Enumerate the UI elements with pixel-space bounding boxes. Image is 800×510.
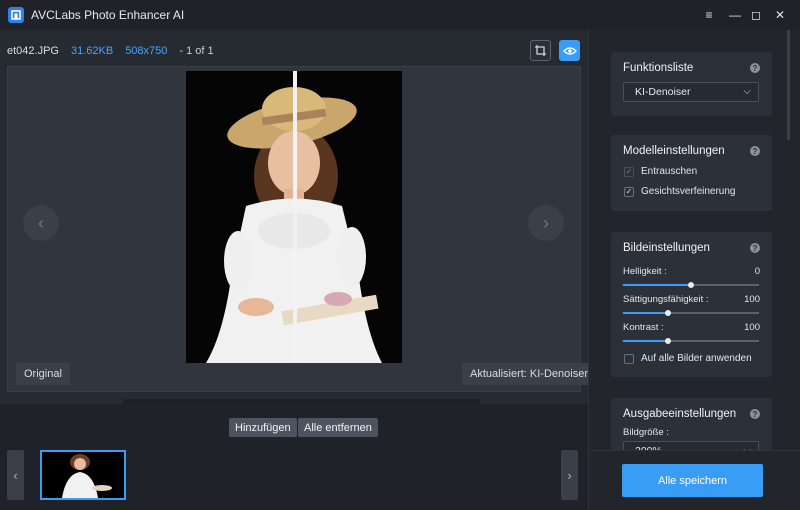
chevron-right-icon: › [543, 212, 549, 233]
chevron-down-icon: ⌵ [743, 86, 751, 97]
app-title: AVCLabs Photo Enhancer AI [31, 8, 185, 22]
remove-all-button[interactable]: Alle entfernen [298, 418, 378, 437]
apply-all-label: Auf alle Bilder anwenden [641, 353, 752, 364]
thumbnail-image [42, 452, 124, 498]
crop-toggle-button[interactable] [530, 40, 551, 61]
brightness-label: Helligkeit : [623, 266, 667, 277]
function-list-title: Funktionsliste [623, 62, 694, 74]
photo-preview [186, 71, 402, 363]
crop-icon [535, 45, 546, 56]
preview-area: ‹ › Original Aktualisiert: KI-Denoiser [7, 66, 596, 429]
compare-divider-handle[interactable] [293, 71, 297, 363]
apply-all-checkbox[interactable] [624, 353, 634, 364]
updated-label: Aktualisiert: KI-Denoiser [462, 363, 596, 385]
thumbnail-item[interactable] [40, 450, 126, 500]
image-size-label: Bildgröße : [623, 427, 669, 438]
help-icon[interactable]: ? [750, 63, 760, 73]
workspace: et042.JPG 31.62KB 508x750 - 1 of 1 ‹ › O… [0, 30, 596, 510]
saturation-slider-knob[interactable] [664, 310, 671, 316]
file-info: et042.JPG 31.62KB 508x750 - 1 of 1 [7, 45, 214, 57]
saturation-value: 100 [744, 294, 760, 305]
previous-image-button[interactable]: ‹ [23, 205, 59, 241]
file-name: et042.JPG [7, 45, 59, 57]
help-icon[interactable]: ? [750, 243, 760, 253]
image-settings-title: Bildeinstellungen [623, 242, 710, 254]
saturation-label: Sättigungsfähigkeit : [623, 294, 709, 305]
contrast-slider-knob[interactable] [664, 338, 671, 344]
chevron-right-icon: › [567, 467, 572, 483]
brightness-slider-fill [623, 284, 691, 286]
maximize-icon[interactable]: ◻ [747, 6, 765, 24]
denoise-checkbox[interactable]: ✓ [624, 166, 634, 177]
model-settings-title: Modelleinstellungen [623, 145, 725, 157]
strip-scroll-left-button[interactable]: ‹ [7, 450, 24, 500]
face-refinement-option[interactable]: ✓ Gesichtsverfeinerung [624, 186, 736, 197]
contrast-slider-fill [623, 340, 668, 342]
contrast-label: Kontrast : [623, 322, 664, 333]
close-icon[interactable]: ✕ [771, 6, 789, 24]
saturation-slider[interactable] [623, 310, 759, 316]
file-size: 31.62KB [70, 45, 114, 57]
strip-scroll-right-button[interactable]: › [561, 450, 578, 500]
image-settings-panel: Bildeinstellungen ? Helligkeit : 0 Sätti… [611, 232, 772, 377]
brightness-slider[interactable] [623, 282, 759, 288]
save-all-button[interactable]: Alle speichern [622, 464, 763, 497]
function-select[interactable]: KI-Denoiser ⌵ [623, 82, 759, 102]
help-icon[interactable]: ? [750, 146, 760, 156]
file-dimensions: 508x750 [125, 45, 168, 57]
apply-all-option[interactable]: Auf alle Bilder anwenden [624, 353, 752, 364]
original-label: Original [16, 363, 70, 385]
brightness-slider-knob[interactable] [688, 282, 694, 288]
model-settings-panel: Modelleinstellungen ? ✓ Entrauschen ✓ Ge… [611, 135, 772, 211]
add-images-button[interactable]: Hinzufügen [229, 418, 297, 437]
face-refinement-checkbox[interactable]: ✓ [624, 186, 634, 197]
preview-toggle-button[interactable] [559, 40, 580, 61]
sidebar-scrollbar[interactable] [787, 30, 790, 140]
settings-sidebar: Funktionsliste ? KI-Denoiser ⌵ Modellein… [588, 30, 800, 510]
minimize-icon[interactable]: — [726, 6, 744, 24]
chevron-left-icon: ‹ [13, 467, 18, 483]
denoise-option[interactable]: ✓ Entrauschen [624, 166, 697, 177]
function-select-value: KI-Denoiser [635, 86, 691, 98]
contrast-value: 100 [744, 322, 760, 333]
saturation-slider-fill [623, 312, 668, 314]
next-image-button[interactable]: › [528, 205, 564, 241]
chevron-left-icon: ‹ [38, 212, 44, 233]
app-logo-icon [8, 7, 24, 23]
eye-icon [562, 46, 577, 55]
title-bar: AVCLabs Photo Enhancer AI ≡ — ◻ ✕ [0, 0, 800, 30]
brightness-value: 0 [754, 266, 760, 277]
contrast-slider[interactable] [623, 338, 759, 344]
face-refinement-label: Gesichtsverfeinerung [641, 186, 736, 197]
denoise-label: Entrauschen [641, 166, 698, 177]
help-icon[interactable]: ? [750, 409, 760, 419]
function-list-panel: Funktionsliste ? KI-Denoiser ⌵ [611, 52, 772, 116]
output-settings-title: Ausgabeeinstellungen [623, 408, 737, 420]
image-strip: Hinzufügen Alle entfernen ‹ › [0, 404, 588, 510]
menu-icon[interactable]: ≡ [700, 6, 718, 24]
page-counter: - 1 of 1 [179, 45, 214, 57]
